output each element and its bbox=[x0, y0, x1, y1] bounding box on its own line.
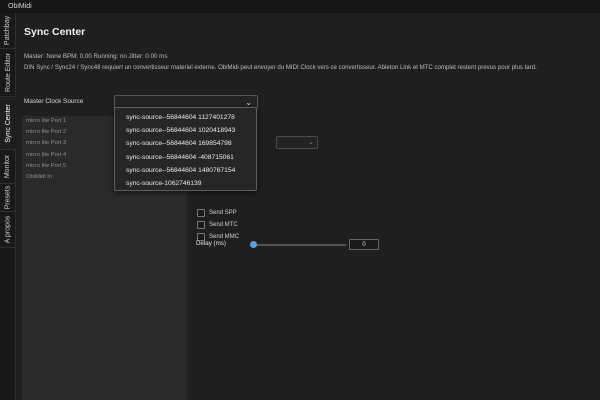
delay-input[interactable]: 0 bbox=[349, 239, 379, 250]
window-title: ObiMidi bbox=[0, 0, 600, 13]
info-text: DIN Sync / Sync24 / Sync48 requiert un c… bbox=[24, 64, 537, 71]
tab-sync-center[interactable]: Sync Center bbox=[0, 97, 16, 150]
slider-track bbox=[251, 244, 346, 246]
master-clock-dropdown: sync-source--56844604 1127401278 sync-so… bbox=[114, 107, 257, 191]
tab-route-editor-label: Route Editor bbox=[4, 53, 12, 92]
tab-patchbay[interactable]: Patchbay bbox=[0, 13, 16, 49]
main-panel: Sync Center Master: None BPM: 0.00 Runni… bbox=[17, 13, 600, 400]
tab-presets[interactable]: Presets bbox=[0, 184, 16, 212]
page-title: Sync Center bbox=[24, 26, 86, 38]
dropdown-option[interactable]: sync-source-1062746139 bbox=[115, 177, 256, 190]
dropdown-option[interactable]: sync-source--56844604 -408715061 bbox=[115, 151, 256, 164]
delay-slider[interactable] bbox=[250, 240, 346, 250]
secondary-select[interactable]: ⌄ bbox=[276, 136, 318, 149]
tab-patchbay-label: Patchbay bbox=[4, 15, 12, 46]
send-spp-checkbox[interactable]: Send SPP bbox=[197, 208, 237, 218]
tab-route-editor[interactable]: Route Editor bbox=[0, 49, 16, 97]
dropdown-option[interactable]: sync-source--56844604 1480767154 bbox=[115, 164, 256, 177]
send-spp-label: Send SPP bbox=[209, 210, 237, 216]
checkbox-box bbox=[197, 221, 205, 229]
send-mtc-label: Send MTC bbox=[209, 222, 238, 228]
sidebar: Patchbay Route Editor Sync Center Monito… bbox=[0, 13, 16, 400]
tab-monitor[interactable]: Monitor bbox=[0, 150, 16, 184]
sync-status: Master: None BPM: 0.00 Running: no Jitte… bbox=[24, 53, 168, 60]
tab-monitor-label: Monitor bbox=[4, 154, 12, 179]
tab-a-propos-label: A propos bbox=[4, 215, 12, 244]
master-clock-label: Master Clock Source bbox=[24, 98, 84, 105]
slider-thumb[interactable] bbox=[250, 241, 257, 248]
dropdown-option[interactable]: sync-source--56844604 1020418943 bbox=[115, 124, 256, 137]
chevron-down-icon: ⌄ bbox=[308, 139, 314, 146]
delay-label: Delay (ms) bbox=[196, 240, 226, 247]
send-mtc-checkbox[interactable]: Send MTC bbox=[197, 220, 238, 230]
dropdown-option[interactable]: sync-source--56844604 169854798 bbox=[115, 137, 256, 150]
tab-presets-label: Presets bbox=[4, 185, 12, 210]
dropdown-option[interactable]: sync-source--56844604 1127401278 bbox=[115, 111, 256, 124]
checkbox-box bbox=[197, 209, 205, 217]
tab-a-propos[interactable]: A propos bbox=[0, 212, 16, 248]
tab-sync-center-label: Sync Center bbox=[4, 103, 12, 143]
chevron-down-icon: ⌄ bbox=[245, 98, 252, 107]
